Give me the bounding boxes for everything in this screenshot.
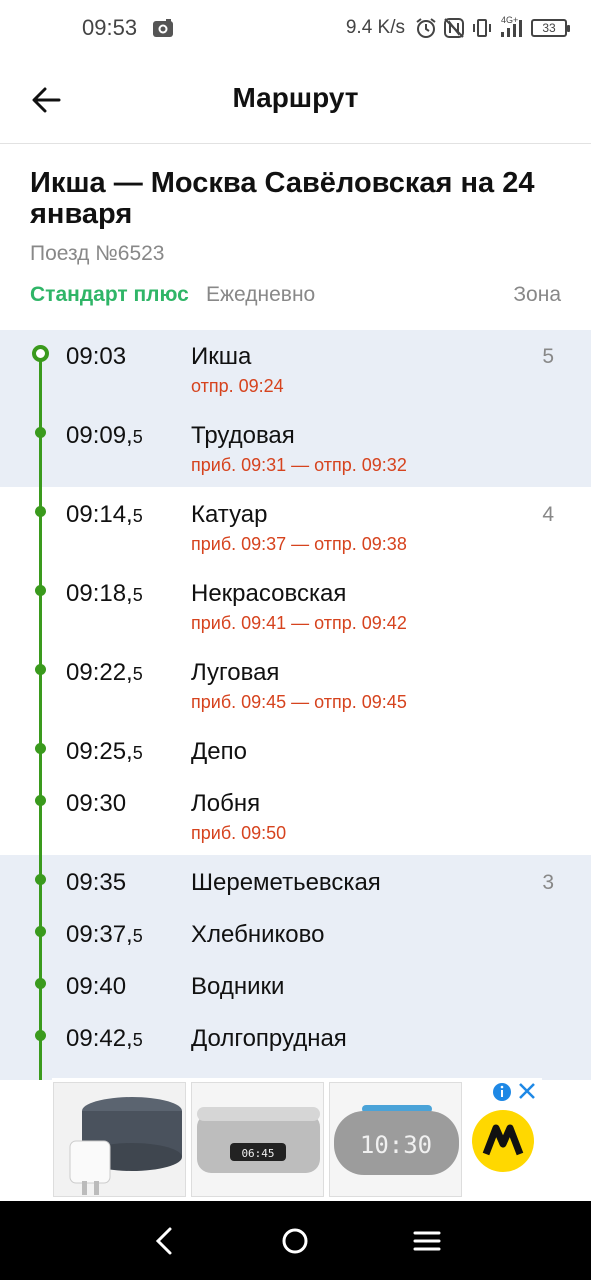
page-title: Маршрут [232,82,359,113]
stop-name: Шереметьевская [191,869,381,896]
train-type: Стандарт плюс [30,283,189,306]
route-title: Икша — Москва Савёловская на 24 января [30,167,535,230]
ad-product-alarm-clock[interactable]: 06:45 [191,1082,324,1197]
ad-product-speaker[interactable] [53,1082,186,1197]
stop-time: 09:03 [66,343,127,370]
system-nav-bar [0,1201,591,1280]
ad-product-smart-clock[interactable]: 10:30 [329,1082,462,1197]
nfc-off-icon [444,18,464,38]
schedule-list[interactable]: 09:03 Икша отпр. 09:24 5 09:09,5 Трудова… [0,330,591,1080]
route-line [39,354,42,1080]
ad-banner[interactable]: 06:45 10:30 [52,1078,542,1200]
stop-dot-icon [35,795,46,806]
stop-time: 09:14,5 [66,501,143,528]
stop-time: 09:42,5 [66,1025,143,1052]
battery-icon: 33 [531,19,570,37]
stop-name: Депо [191,738,247,765]
stop-dot-icon [35,978,46,989]
stop-dot-icon [35,926,46,937]
stop-dot-icon [35,664,46,675]
nav-home-button[interactable] [275,1221,315,1261]
stop-name: Некрасовская [191,580,347,607]
signal-icon: 4G+ [499,15,525,39]
close-icon[interactable] [516,1080,538,1102]
stop-name: Трудовая [191,422,295,449]
stop-dot-icon [35,743,46,754]
stop-time: 09:22,5 [66,659,143,686]
start-dot-icon [32,345,49,362]
stop-dot-icon [35,585,46,596]
stop-dot-icon [35,1030,46,1041]
zone-header: Зона [513,283,561,306]
route-meta: Стандарт плюс Ежедневно Зона [30,283,561,311]
menu-icon [413,1231,441,1251]
stop-arrival-departure: приб. 09:45 — отпр. 09:45 [191,692,407,712]
stop-name: Долгопрудная [191,1025,347,1052]
vibrate-icon [473,19,491,37]
alarm-icon [416,18,436,38]
stop-arrival-departure: приб. 09:41 — отпр. 09:42 [191,613,407,633]
stop-time: 09:35 [66,869,127,896]
stop-time: 09:40 [66,973,127,1000]
stop-zone: 4 [542,503,554,526]
app-bar: Маршрут [0,56,591,144]
stop-name: Водники [191,973,285,1000]
ad-clock-2: 10:30 [360,1131,432,1159]
train-number: Поезд №6523 [30,242,165,265]
stop-arrival-departure: приб. 09:31 — отпр. 09:32 [191,455,407,475]
stop-time: 09:09,5 [66,422,143,449]
stop-dot-icon [35,427,46,438]
net-speed: 9.4 K/s [345,17,405,38]
camera-icon [153,19,173,37]
stop-name: Икша [191,343,252,370]
stop-arrival-departure: приб. 09:37 — отпр. 09:38 [191,534,407,554]
stop-name: Луговая [191,659,280,686]
home-icon [282,1228,308,1254]
nav-menu-button[interactable] [407,1221,447,1261]
nav-back-button[interactable] [144,1221,184,1261]
stop-dot-icon [35,874,46,885]
stop-departure: отпр. 09:24 [191,376,284,396]
ad-clock-1: 06:45 [241,1147,274,1160]
yandex-market-logo-icon[interactable] [472,1110,534,1172]
stop-time: 09:37,5 [66,921,143,948]
back-icon [155,1227,172,1255]
status-time: 09:53 [82,15,138,40]
stop-time: 09:30 [66,790,127,817]
stop-name: Хлебниково [191,921,325,948]
stop-zone: 5 [542,345,554,368]
info-icon[interactable] [492,1082,512,1102]
status-right: 9.4 K/s 4G+ 33 [345,12,570,44]
stop-arrival: приб. 09:50 [191,823,287,843]
train-days: Ежедневно [206,283,316,306]
stop-dot-icon [35,506,46,517]
stop-zone: 3 [542,871,554,894]
stop-time: 09:25,5 [66,738,143,765]
stop-name: Лобня [191,790,261,817]
stop-name: Катуар [191,501,268,528]
network-type: 4G+ [501,15,519,25]
stop-time: 09:18,5 [66,580,143,607]
status-bar: 09:53 9.4 K/s 4G+ 33 [0,0,591,56]
